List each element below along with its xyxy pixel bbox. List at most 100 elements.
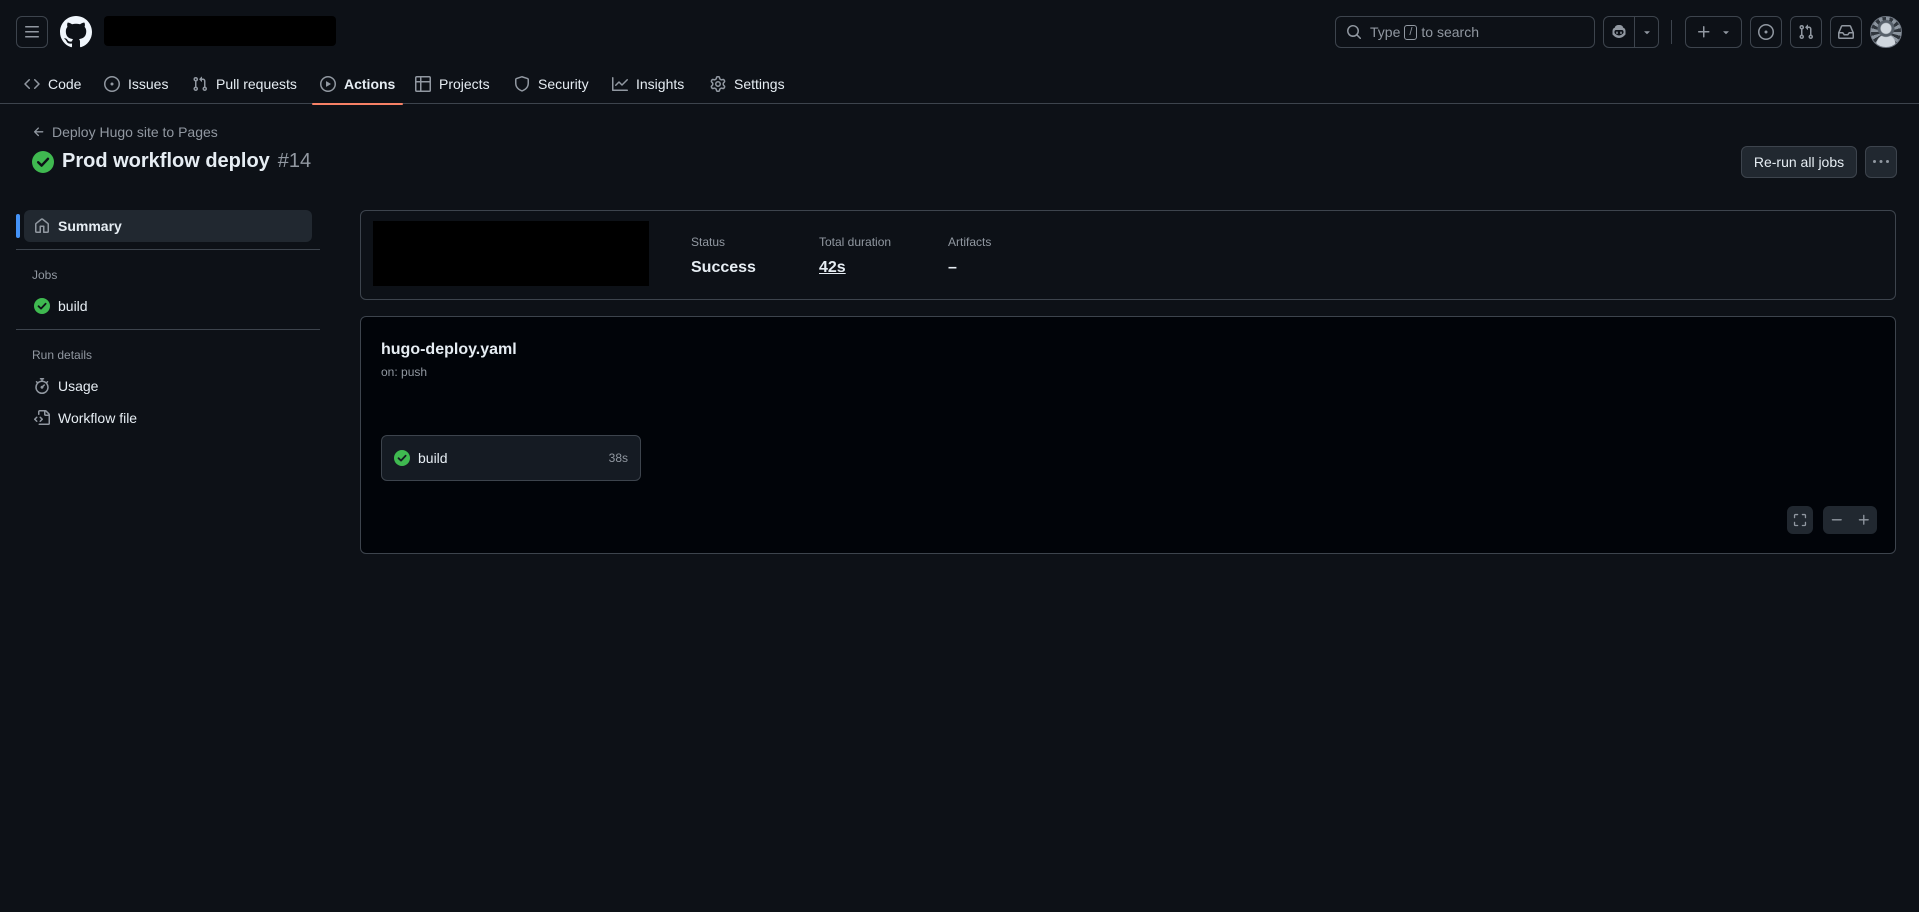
triangle-down-icon <box>1643 31 1650 35</box>
sidebar-divider <box>16 249 320 250</box>
code-icon <box>24 78 40 90</box>
redacted-trigger-info <box>373 221 649 286</box>
pull-requests-button[interactable] <box>1790 16 1822 48</box>
search-icon <box>1347 25 1362 40</box>
plus-icon <box>1697 26 1709 38</box>
search-shortcut-key: / <box>1404 24 1418 40</box>
status-stat: Status Success <box>691 235 756 277</box>
global-header: Type / to search <box>0 0 1919 64</box>
search-placeholder-suffix: to search <box>1421 24 1480 40</box>
tab-label: Code <box>48 76 82 92</box>
header-divider <box>1671 20 1672 44</box>
jobs-heading: Jobs <box>32 268 58 282</box>
inbox-button[interactable] <box>1830 16 1862 48</box>
artifacts-label: Artifacts <box>948 235 992 249</box>
success-check-icon <box>394 450 410 466</box>
tab-actions[interactable]: Actions <box>312 64 404 105</box>
git-pull-request-icon <box>1799 24 1814 40</box>
job-duration: 38s <box>608 451 628 465</box>
search-input[interactable]: Type / to search <box>1335 16 1595 48</box>
zoom-in-icon[interactable] <box>1857 513 1871 527</box>
hamburger-menu-button[interactable] <box>16 16 48 48</box>
duration-value-link[interactable]: 42s <box>819 259 891 277</box>
table-icon <box>415 76 431 92</box>
duration-stat: Total duration 42s <box>819 235 891 277</box>
issues-button[interactable] <box>1750 16 1782 48</box>
search-placeholder-prefix: Type <box>1370 24 1401 40</box>
tab-label: Insights <box>636 76 685 92</box>
screen-full-icon <box>1793 513 1807 527</box>
sidebar-item-summary[interactable]: Summary <box>24 210 312 242</box>
create-new-button[interactable] <box>1685 16 1742 48</box>
selected-item-indicator <box>16 214 20 238</box>
success-check-icon <box>32 150 54 173</box>
sidebar-item-workflow-file[interactable]: Workflow file <box>24 402 312 434</box>
copilot-button-group <box>1603 16 1659 48</box>
rerun-all-jobs-label: Re-run all jobs <box>1753 154 1845 170</box>
run-number: #14 <box>277 150 312 172</box>
inbox-icon <box>1838 25 1854 39</box>
issue-opened-icon <box>1758 24 1774 40</box>
stopwatch-icon <box>35 378 49 394</box>
file-code-icon <box>34 410 50 425</box>
more-options-button[interactable] <box>1865 146 1897 178</box>
zoom-controls <box>1823 506 1877 534</box>
copilot-dropdown-button[interactable] <box>1635 17 1658 47</box>
tab-label: Projects <box>439 76 490 92</box>
artifacts-stat: Artifacts – <box>948 235 991 277</box>
duration-label: Total duration <box>819 235 892 249</box>
shield-icon <box>515 76 529 92</box>
tab-settings[interactable]: Settings <box>702 64 793 104</box>
status-value: Success <box>691 259 756 276</box>
sidebar-item-job-build[interactable]: build <box>24 290 312 322</box>
redacted-repo-context <box>104 16 336 46</box>
arrow-left-icon <box>33 127 44 137</box>
tab-issues[interactable]: Issues <box>96 64 176 104</box>
tab-pull-requests[interactable]: Pull requests <box>184 64 305 104</box>
tab-label: Security <box>538 76 589 92</box>
tab-label: Settings <box>734 76 785 92</box>
tab-label: Issues <box>128 76 169 92</box>
tab-label: Pull requests <box>216 76 297 92</box>
zoom-out-icon[interactable] <box>1830 513 1844 527</box>
sidebar-item-label: Workflow file <box>58 410 138 426</box>
issue-opened-icon <box>104 76 120 92</box>
run-details-heading: Run details <box>32 348 93 362</box>
sidebar-item-usage[interactable]: Usage <box>24 370 312 402</box>
sidebar-divider <box>16 329 320 330</box>
tab-projects[interactable]: Projects <box>407 64 498 104</box>
rerun-all-jobs-button[interactable]: Re-run all jobs <box>1741 146 1857 178</box>
sidebar-item-label: Usage <box>58 378 99 394</box>
page-title: Prod workflow deploy #14 <box>32 150 311 173</box>
sidebar-item-label: Summary <box>58 218 122 234</box>
tab-label: Actions <box>344 76 396 92</box>
workflow-back-link[interactable]: Deploy Hugo site to Pages <box>32 124 218 140</box>
three-bars-icon <box>25 26 39 38</box>
workflow-trigger: on: push <box>381 365 428 379</box>
copilot-icon <box>1612 25 1626 38</box>
copilot-button[interactable] <box>1604 17 1636 47</box>
success-check-icon <box>34 298 50 314</box>
home-icon <box>35 218 49 233</box>
github-logo-icon[interactable] <box>60 16 92 48</box>
play-icon <box>320 76 336 92</box>
git-pull-request-icon <box>193 76 208 92</box>
graph-icon <box>612 77 628 91</box>
tab-insights[interactable]: Insights <box>604 64 692 104</box>
repo-navigation: Code Issues Pull requests Actions Projec… <box>0 64 1919 105</box>
workflow-name-link[interactable]: Deploy Hugo site to Pages <box>52 124 218 140</box>
workflow-graph-card: hugo-deploy.yaml on: push build 38s <box>360 316 1896 554</box>
job-node-build[interactable]: build 38s <box>381 435 641 481</box>
tab-security[interactable]: Security <box>506 64 597 104</box>
artifacts-value: – <box>948 259 957 276</box>
run-summary-card: Status Success Total duration 42s Artifa… <box>360 210 1896 300</box>
tab-code[interactable]: Code <box>16 64 89 104</box>
workflow-file-name: hugo-deploy.yaml <box>381 341 517 358</box>
fullscreen-button[interactable] <box>1787 506 1813 534</box>
sidebar-item-label: build <box>58 298 88 314</box>
run-title-text: Prod workflow deploy <box>62 150 270 172</box>
gear-icon <box>710 76 726 92</box>
triangle-down-icon <box>1722 31 1729 35</box>
user-avatar[interactable] <box>1870 16 1902 48</box>
kebab-horizontal-icon <box>1873 160 1889 163</box>
